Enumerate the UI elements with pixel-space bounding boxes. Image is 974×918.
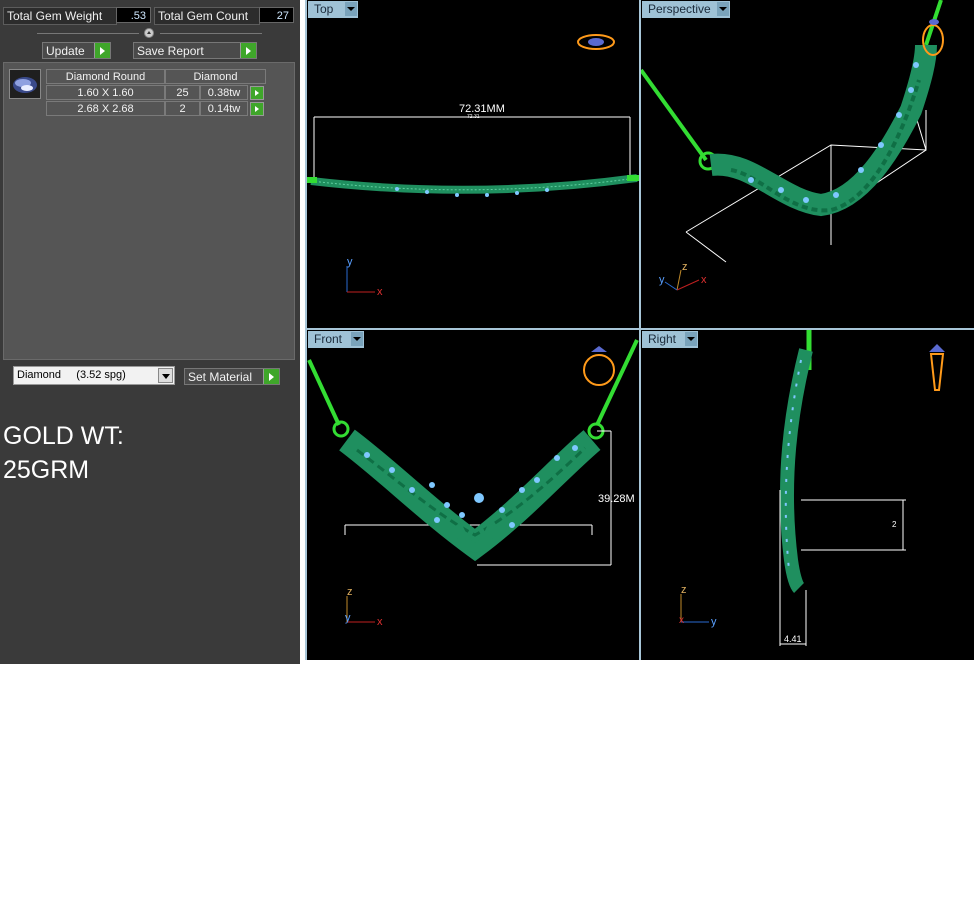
ring-orientation-icon <box>583 346 615 386</box>
viewport-right[interactable]: Right 2 4.41 z x y <box>641 330 974 660</box>
ring-orientation-icon <box>929 344 945 391</box>
axis-y-label: y <box>659 274 665 286</box>
viewport-perspective[interactable]: Perspective z x y <box>641 0 974 328</box>
update-go-arrow-icon <box>94 43 110 58</box>
viewport-grid: Top 72.31MM 72.31 y x Perspective z x y … <box>305 0 974 660</box>
front-dimension-label: 39.28M <box>598 493 635 505</box>
right-view-canvas: 2 4.41 z x y <box>679 330 945 646</box>
gem-row-count: 2 <box>165 101 200 116</box>
axis-z-label: z <box>682 261 688 273</box>
axis-z-label: z <box>347 586 353 598</box>
save-report-button-label: Save Report <box>137 44 204 58</box>
top-dimension-label: 72.31MM <box>459 103 505 115</box>
gold-weight-value: 25GRM <box>3 456 90 484</box>
update-button[interactable]: Update <box>42 42 111 59</box>
front-view-canvas: 39.28M z y x <box>307 339 639 628</box>
total-gem-weight-label: Total Gem Weight <box>3 7 117 25</box>
gem-row-weight: 0.38tw <box>200 85 248 100</box>
total-gem-count-label: Total Gem Count <box>154 7 260 25</box>
top-view-canvas: 72.31MM 72.31 y x <box>307 34 639 298</box>
material-select[interactable]: Diamond (3.52 spg) <box>13 366 175 385</box>
divider-left <box>37 33 139 34</box>
gem-header-type: Diamond <box>165 69 266 84</box>
diamond-round-thumbnail-icon[interactable] <box>9 69 41 99</box>
right-side-dimension-label: 2 <box>892 520 897 529</box>
save-report-go-arrow-icon <box>240 43 256 58</box>
gem-row-go-arrow-icon[interactable] <box>250 86 264 100</box>
axis-x-label: x <box>377 616 383 628</box>
total-gem-weight-value: .53 <box>116 7 151 23</box>
gem-report-panel: Total Gem Weight .53 Total Gem Count 27 … <box>0 0 300 664</box>
gem-row-size: 2.68 X 2.68 <box>46 101 165 116</box>
axis-y-label: y <box>711 616 717 628</box>
set-material-button[interactable]: Set Material <box>184 368 280 385</box>
axis-x-label: x <box>377 286 383 298</box>
collapse-toggle-icon[interactable] <box>144 28 154 38</box>
top-dimension-small-label: 72.31 <box>467 114 480 120</box>
set-material-button-label: Set Material <box>188 370 253 384</box>
divider-right <box>160 33 262 34</box>
perspective-view-canvas: z x y <box>641 0 944 291</box>
gem-header-shape: Diamond Round <box>46 69 165 84</box>
gem-row-size: 1.60 X 1.60 <box>46 85 165 100</box>
axis-y-label: y <box>347 256 353 268</box>
viewport-top[interactable]: Top 72.31MM 72.31 y x <box>307 0 639 328</box>
gem-row-count: 25 <box>165 85 200 100</box>
viewport-front[interactable]: Front 39.28M z y x <box>307 330 639 660</box>
axis-z-label: z <box>681 584 687 596</box>
right-dimension-label: 4.41 <box>784 634 802 644</box>
set-material-go-arrow-icon <box>263 369 279 384</box>
gold-weight-label: GOLD WT: <box>3 422 124 450</box>
total-gem-count-value: 27 <box>259 7 294 23</box>
save-report-button[interactable]: Save Report <box>133 42 257 59</box>
gem-row-go-arrow-icon[interactable] <box>250 102 264 116</box>
material-select-value: Diamond (3.52 spg) <box>17 369 126 381</box>
axis-x-label: x <box>701 274 707 286</box>
chevron-down-icon[interactable] <box>158 368 173 383</box>
update-button-label: Update <box>46 44 85 58</box>
axis-y-label: y <box>345 612 351 624</box>
ring-orientation-icon <box>577 34 615 50</box>
axis-x-label: x <box>679 615 684 626</box>
gem-row-weight: 0.14tw <box>200 101 248 116</box>
